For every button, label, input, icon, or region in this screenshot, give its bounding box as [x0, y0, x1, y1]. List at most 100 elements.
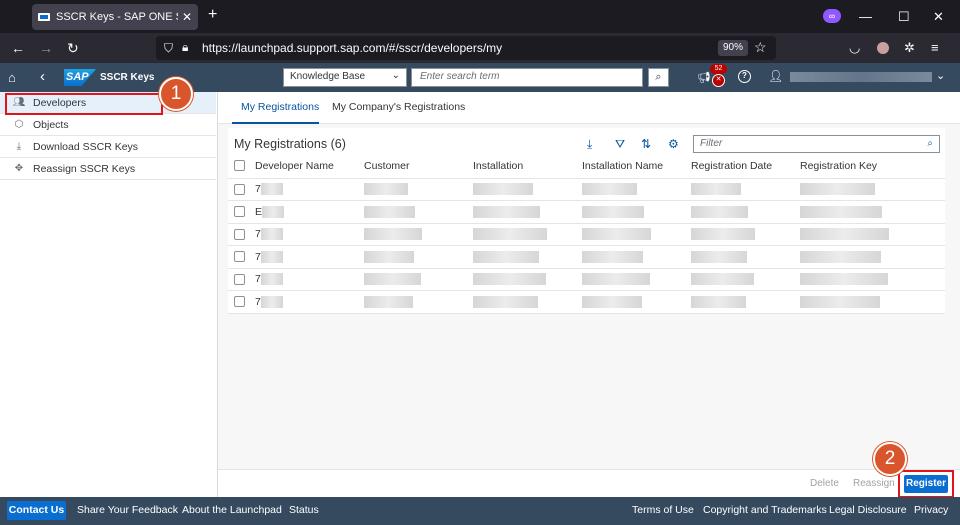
- megaphone-icon[interactable]: 📢︎: [697, 71, 711, 84]
- redacted-value: [691, 295, 746, 308]
- row-select-cell[interactable]: [228, 268, 255, 291]
- table-row[interactable]: E: [228, 200, 945, 224]
- sidebar-item-objects[interactable]: ⬡ Objects: [0, 114, 216, 136]
- chevron-down-icon[interactable]: ⌄: [936, 69, 945, 82]
- developer-name-initial: E: [255, 205, 263, 218]
- redacted-value: [473, 183, 533, 196]
- table-title-text: My Registrations: [234, 137, 328, 151]
- zoom-level[interactable]: 90%: [718, 40, 749, 56]
- table-row[interactable]: 7: [228, 178, 945, 201]
- table-title: My Registrations (6): [234, 137, 346, 151]
- sidebar-item-download-sscr-keys[interactable]: ⤓ Download SSCR Keys: [0, 136, 216, 158]
- row-select-cell[interactable]: [228, 245, 255, 269]
- help-icon[interactable]: ?: [738, 70, 751, 83]
- settings-gear-icon[interactable]: ⚙: [668, 137, 679, 151]
- row-checkbox[interactable]: [234, 273, 245, 285]
- move-icon: ✥: [14, 163, 24, 174]
- notification-count-badge: 52: [710, 64, 727, 74]
- shield-icon[interactable]: ⛉: [164, 41, 173, 56]
- redacted-value: [582, 295, 642, 308]
- copyright-link[interactable]: Copyright and Trademarks: [703, 504, 827, 516]
- row-select-cell[interactable]: [228, 290, 255, 314]
- search-icon: ⌕: [655, 71, 662, 83]
- table-cell: [473, 223, 582, 246]
- back-icon[interactable]: ‹: [40, 68, 45, 85]
- delete-button[interactable]: Delete: [810, 478, 839, 489]
- redacted-value: [582, 273, 650, 286]
- table-cell: [582, 268, 691, 291]
- home-icon[interactable]: ⌂: [8, 70, 16, 85]
- row-checkbox[interactable]: [234, 228, 245, 240]
- search-button[interactable]: ⌕: [648, 68, 669, 87]
- row-select-cell[interactable]: [228, 178, 255, 201]
- row-checkbox[interactable]: [234, 206, 245, 218]
- feedback-link[interactable]: Share Your Feedback: [77, 504, 178, 516]
- search-scope-select[interactable]: Knowledge Base ⌄: [283, 68, 407, 87]
- new-tab-button[interactable]: +: [208, 6, 217, 24]
- close-window-icon[interactable]: ✕: [933, 9, 944, 25]
- browser-nav-bar: ← → ↻ ⛉ 🔒︎ https://launchpad.support.sap…: [0, 33, 960, 63]
- redacted-value: [800, 250, 881, 263]
- redacted-value: [691, 273, 754, 286]
- select-all-checkbox[interactable]: [234, 160, 245, 172]
- column-header[interactable]: Registration Key: [800, 154, 945, 179]
- table-row[interactable]: 7: [228, 223, 945, 246]
- reassign-button[interactable]: Reassign: [853, 478, 895, 489]
- legal-link[interactable]: Legal Disclosure: [829, 504, 907, 516]
- row-checkbox[interactable]: [234, 251, 245, 263]
- profile-avatar-icon[interactable]: [877, 42, 889, 54]
- user-name-blurred[interactable]: [790, 72, 932, 82]
- filter-icon[interactable]: ⛛: [615, 137, 625, 152]
- url-text[interactable]: https://launchpad.support.sap.com/#/sscr…: [202, 41, 502, 55]
- sap-logo[interactable]: SAP: [64, 69, 96, 86]
- table-cell: [364, 200, 473, 224]
- search-input[interactable]: Enter search term: [411, 68, 643, 87]
- privacy-link[interactable]: Privacy: [914, 504, 948, 516]
- filter-input[interactable]: Filter ⌕: [693, 135, 940, 153]
- tab-my-registrations[interactable]: My Registrations: [241, 101, 319, 113]
- pocket-icon[interactable]: ◡: [849, 40, 860, 56]
- tab-company-registrations[interactable]: My Company's Registrations: [332, 101, 465, 113]
- table-count: (6): [330, 137, 346, 151]
- back-arrow-icon[interactable]: ←: [11, 40, 25, 56]
- table-cell: [473, 290, 582, 314]
- row-select-cell[interactable]: [228, 200, 255, 224]
- column-header[interactable]: Registration Date: [691, 154, 800, 179]
- sort-icon[interactable]: ⇅: [641, 137, 651, 151]
- table-cell: 7: [255, 245, 364, 269]
- browser-tab[interactable]: SSCR Keys - SAP ONE Suppor ✕: [32, 4, 198, 30]
- status-link[interactable]: Status: [289, 504, 319, 516]
- table-row[interactable]: 7: [228, 268, 945, 291]
- row-checkbox[interactable]: [234, 296, 245, 308]
- table-row[interactable]: 7: [228, 290, 945, 314]
- sidebar-item-reassign-sscr-keys[interactable]: ✥ Reassign SSCR Keys: [0, 158, 216, 180]
- registrations-table: Developer Name Customer Installation Ins…: [228, 154, 945, 314]
- redacted-value: [473, 250, 539, 263]
- extensions-icon[interactable]: ✲: [904, 40, 915, 56]
- about-link[interactable]: About the Launchpad: [182, 504, 282, 516]
- table-cell: [364, 290, 473, 314]
- download-icon[interactable]: ⤓: [587, 137, 592, 152]
- row-select-cell[interactable]: [228, 223, 255, 246]
- column-header[interactable]: Installation: [473, 154, 582, 179]
- minimize-icon[interactable]: —: [859, 9, 872, 24]
- row-checkbox[interactable]: [234, 183, 245, 195]
- redacted-value: [800, 295, 880, 308]
- lock-icon[interactable]: 🔒︎: [182, 40, 188, 55]
- menu-icon[interactable]: ≡: [931, 40, 939, 55]
- terms-link[interactable]: Terms of Use: [632, 504, 694, 516]
- table-row[interactable]: 7: [228, 245, 945, 269]
- contact-us-button[interactable]: Contact Us: [7, 501, 66, 520]
- user-icon[interactable]: 👤︎: [768, 69, 783, 83]
- close-tab-icon[interactable]: ✕: [182, 10, 192, 24]
- reload-icon[interactable]: ↻: [67, 40, 79, 57]
- bookmark-star-icon[interactable]: ☆: [754, 39, 767, 56]
- maximize-icon[interactable]: ☐: [898, 9, 910, 25]
- column-header[interactable]: Developer Name: [255, 154, 364, 179]
- column-header[interactable]: Installation Name: [582, 154, 691, 179]
- table-cell: [800, 245, 945, 269]
- address-bar[interactable]: ⛉ 🔒︎ https://launchpad.support.sap.com/#…: [156, 36, 776, 60]
- column-header[interactable]: Customer: [364, 154, 473, 179]
- forward-arrow-icon[interactable]: →: [39, 40, 53, 56]
- select-all-cell[interactable]: [228, 154, 255, 179]
